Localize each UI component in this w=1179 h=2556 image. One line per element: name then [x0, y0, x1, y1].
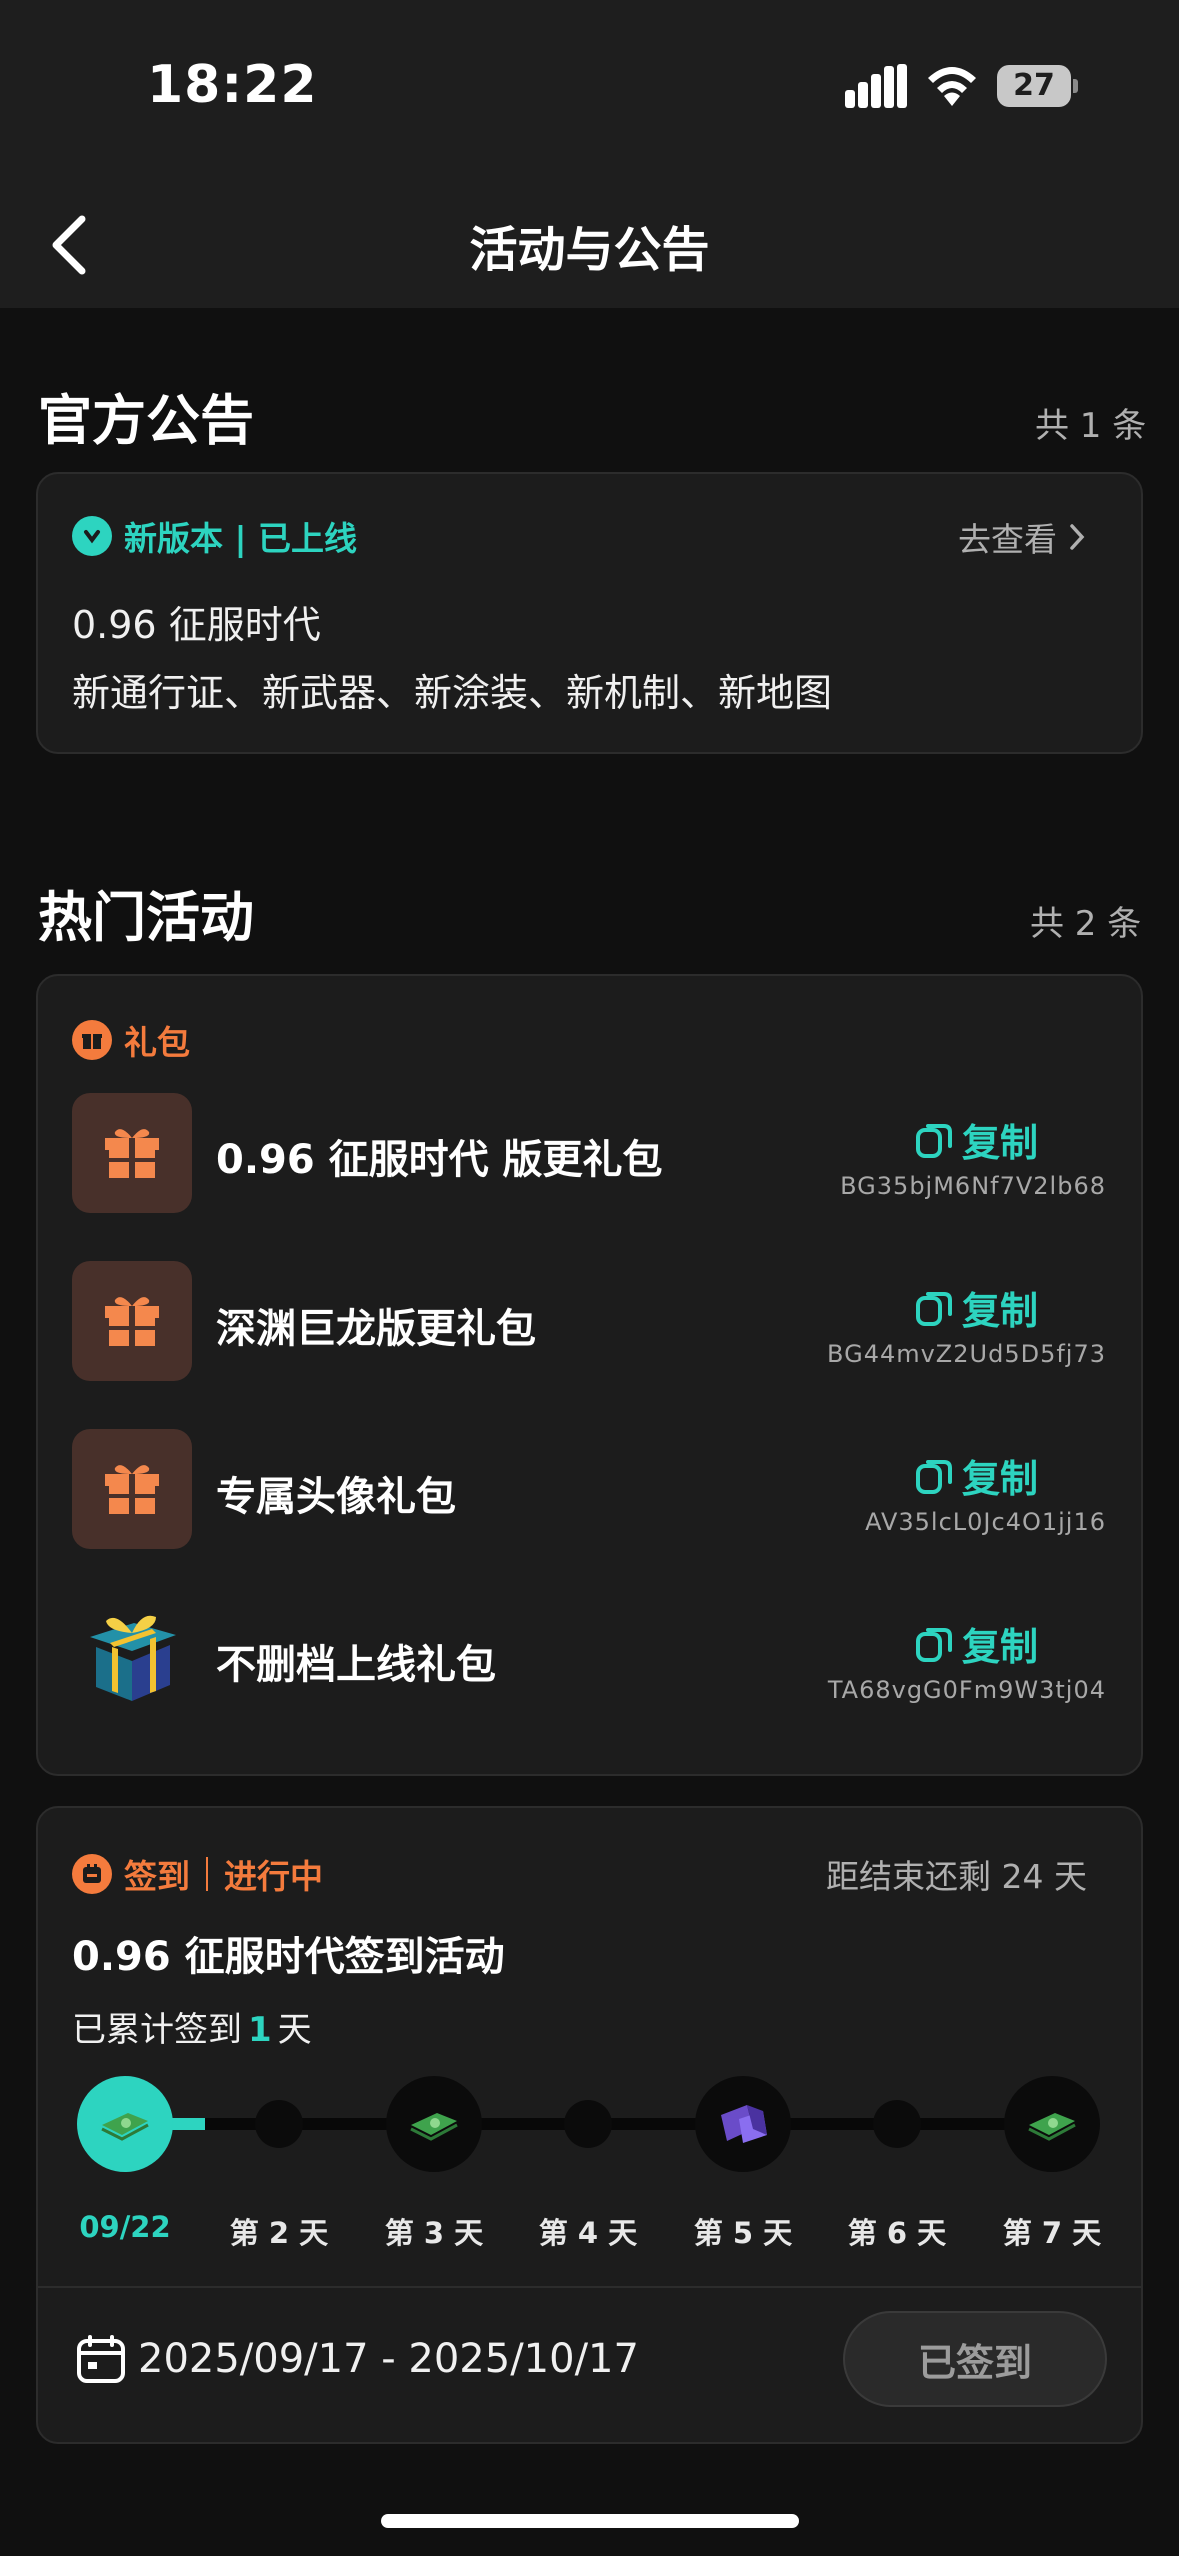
- gift-name: 0.96 征服时代 版更礼包: [216, 1137, 663, 1183]
- cash-reward-icon: [101, 2113, 149, 2141]
- gift-name: 深渊巨龙版更礼包: [216, 1306, 536, 1352]
- chevron-right-icon: [1070, 524, 1085, 550]
- signin-status: 进行中: [224, 1857, 323, 1896]
- day-node[interactable]: [255, 2100, 303, 2148]
- page-title: 活动与公告: [469, 222, 710, 278]
- view-link-label: 去查看: [958, 520, 1057, 559]
- day-label: 第 3 天: [384, 2216, 484, 2250]
- signed-button[interactable]: 已签到: [843, 2311, 1107, 2407]
- copy-button[interactable]: 复制: [914, 1112, 1038, 1167]
- gift-row: [72, 1429, 192, 1549]
- battery-icon: 27: [997, 65, 1078, 107]
- section-title-hot: 热门活动: [38, 886, 254, 949]
- day-label: 第 2 天: [229, 2216, 329, 2250]
- gift-code: BG35bjM6Nf7V2lb68: [840, 1172, 1106, 1200]
- gift-name: 专属头像礼包: [216, 1474, 456, 1520]
- battery-percent: 27: [1013, 68, 1055, 103]
- signin-accumulated: 已累计签到 1 天: [72, 2002, 312, 2051]
- copy-label: 复制: [962, 1625, 1039, 1669]
- gift-tag: 礼包: [72, 1016, 190, 1064]
- wifi-icon: [928, 67, 976, 106]
- cash-reward-icon: [1028, 2113, 1076, 2141]
- signin-acc-suffix: 天: [277, 2010, 312, 2050]
- date-range-text: 2025/09/17 - 2025/10/17: [138, 2336, 639, 2382]
- gift-icon: [72, 1261, 192, 1381]
- gift-row: [72, 1261, 192, 1381]
- gift-row: [72, 1093, 192, 1213]
- home-indicator[interactable]: [381, 2514, 799, 2528]
- signin-title: 0.96 征服时代签到活动: [72, 1934, 505, 1980]
- heart-shield-icon: [72, 516, 112, 556]
- date-range: 2025/09/17 - 2025/10/17: [74, 2332, 639, 2386]
- day-label: 第 4 天: [538, 2216, 638, 2250]
- section-count-official: 共 1 条: [1035, 406, 1147, 446]
- signin-acc-prefix: 已累计签到: [72, 2010, 242, 2050]
- copy-icon: [916, 1459, 952, 1494]
- gift-box-image: [90, 1615, 176, 1701]
- card-divider: [38, 2286, 1141, 2288]
- calendar-icon: [77, 2335, 125, 2383]
- copy-icon: [916, 1291, 952, 1326]
- view-link[interactable]: 去查看: [958, 513, 1087, 561]
- gift-name: 不删档上线礼包: [216, 1642, 496, 1688]
- copy-icon: [916, 1123, 952, 1158]
- gift-icon: [72, 1093, 192, 1213]
- cash-reward-icon: [410, 2113, 458, 2141]
- gift-code: AV35lcL0Jc4O1jj16: [865, 1508, 1106, 1536]
- announcement-tag-label: 新版本 | 已上线: [124, 519, 358, 558]
- signin-acc-days: 1: [248, 2010, 272, 2050]
- section-title-official: 官方公告: [38, 389, 254, 452]
- copy-icon: [916, 1627, 952, 1662]
- day-node-reward[interactable]: [1004, 2076, 1100, 2172]
- day-label: 第 5 天: [693, 2216, 793, 2250]
- gift-small-icon: [72, 1020, 112, 1060]
- day-node[interactable]: [873, 2100, 921, 2148]
- tag-divider: [206, 1857, 208, 1891]
- signin-tag: 签到 进行中: [72, 1850, 323, 1898]
- day-label: 第 6 天: [847, 2216, 947, 2250]
- gift-icon: [72, 1429, 192, 1549]
- day-label: 09/22: [79, 2210, 171, 2244]
- announcement-body: 新通行证、新武器、新涂装、新机制、新地图: [72, 671, 833, 715]
- copy-button[interactable]: 复制: [914, 1280, 1038, 1335]
- day-label: 第 7 天: [1002, 2216, 1102, 2250]
- day-node-reward[interactable]: [77, 2076, 173, 2172]
- day-node-reward[interactable]: [695, 2076, 791, 2172]
- signin-tag-label: 签到: [124, 1857, 190, 1896]
- gift-code: TA68vgG0Fm9W3tj04: [827, 1676, 1106, 1704]
- status-time: 18:22: [147, 55, 318, 115]
- cellular-signal-icon: [845, 64, 907, 108]
- day-node-reward[interactable]: [386, 2076, 482, 2172]
- gift-tag-label: 礼包: [124, 1023, 190, 1062]
- gift-row: [72, 1597, 192, 1721]
- calendar-small-icon: [72, 1854, 112, 1894]
- announcement-headline: 0.96 征服时代: [72, 603, 321, 647]
- copy-label: 复制: [962, 1457, 1039, 1501]
- day-node[interactable]: [564, 2100, 612, 2148]
- gift-code: BG44mvZ2Ud5D5fj73: [827, 1340, 1106, 1368]
- section-count-hot: 共 2 条: [1030, 904, 1142, 944]
- announcement-tag: 新版本 | 已上线: [72, 512, 357, 560]
- copy-button[interactable]: 复制: [914, 1616, 1038, 1671]
- copy-label: 复制: [962, 1121, 1039, 1165]
- copy-button[interactable]: 复制: [914, 1448, 1038, 1503]
- signin-remaining: 距结束还剩 24 天: [826, 1857, 1087, 1896]
- copy-label: 复制: [962, 1289, 1039, 1333]
- crystal-reward-icon: [721, 2105, 767, 2143]
